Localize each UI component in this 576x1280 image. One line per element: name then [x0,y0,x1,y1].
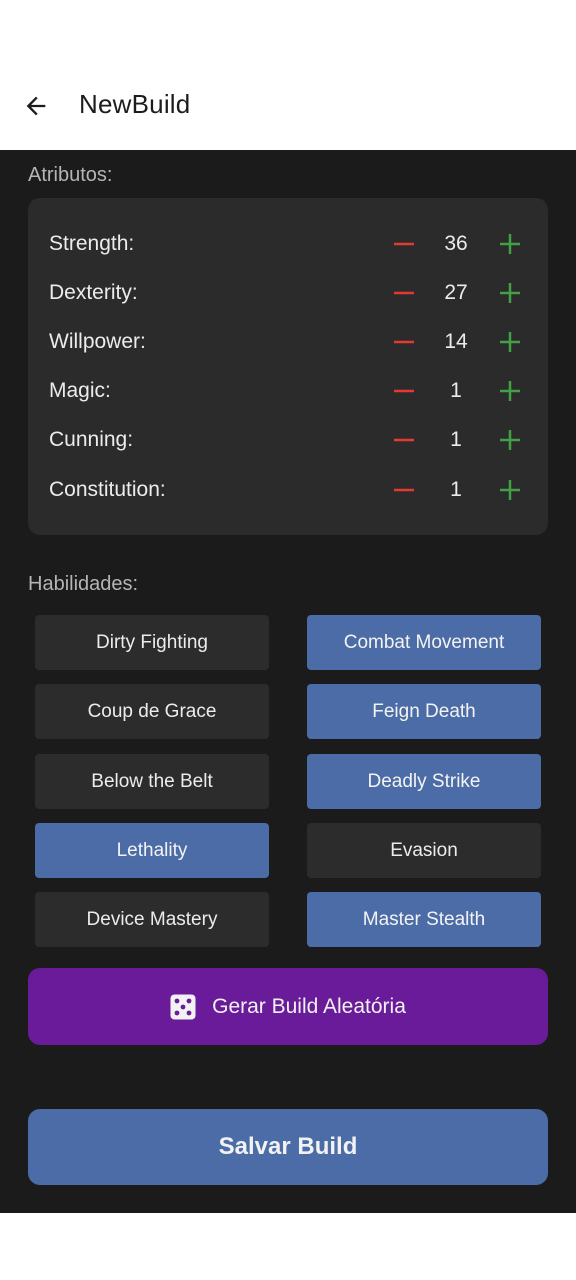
decrement-strength-button[interactable] [390,230,418,258]
skill-button-master-stealth[interactable]: Master Stealth [307,892,541,947]
minus-icon [394,340,414,344]
plus-icon [500,430,520,450]
increment-willpower-button[interactable] [496,328,524,356]
skill-button-coup-de-grace[interactable]: Coup de Grace [35,684,269,739]
minus-icon [394,438,414,442]
random-build-button[interactable]: Gerar Build Aleatória [28,968,548,1045]
attributes-label: Atributos: [28,164,113,186]
decrement-constitution-button[interactable] [390,476,418,504]
attribute-name: Dexterity: [49,281,138,304]
attribute-row-strength: Strength: 36 [28,224,548,264]
random-build-label: Gerar Build Aleatória [212,994,406,1018]
minus-icon [394,242,414,246]
back-button[interactable] [18,88,54,124]
increment-constitution-button[interactable] [496,476,524,504]
increment-strength-button[interactable] [496,230,524,258]
attribute-row-magic: Magic: 1 [28,371,548,411]
attribute-value: 27 [444,281,468,304]
skill-button-lethality[interactable]: Lethality [35,823,269,878]
attribute-value: 14 [444,330,468,353]
attribute-value: 1 [450,478,462,501]
plus-icon [500,283,520,303]
skill-button-dirty-fighting[interactable]: Dirty Fighting [35,615,269,670]
skills-label: Habilidades: [28,573,139,595]
skill-button-feign-death[interactable]: Feign Death [307,684,541,739]
arrow-left-icon [26,96,46,116]
plus-icon [500,332,520,352]
attribute-row-willpower: Willpower: 14 [28,322,548,362]
attribute-row-dexterity: Dexterity: 27 [28,273,548,313]
page-title: NewBuild [79,89,191,119]
attribute-name: Cunning: [49,428,134,451]
skill-button-evasion[interactable]: Evasion [307,823,541,878]
build-editor: Atributos: Strength: 36 Dexterity: 27 Wi… [0,150,576,1213]
attribute-row-cunning: Cunning: 1 [28,420,548,460]
minus-icon [394,488,414,492]
skill-button-below-the-belt[interactable]: Below the Belt [35,754,269,809]
minus-icon [394,389,414,393]
minus-icon [394,291,414,295]
skill-button-combat-movement[interactable]: Combat Movement [307,615,541,670]
attribute-row-constitution: Constitution: 1 [28,470,548,510]
attribute-value: 1 [450,428,462,451]
plus-icon [500,480,520,500]
attribute-name: Willpower: [49,330,146,353]
decrement-magic-button[interactable] [390,377,418,405]
app-bar: NewBuild [0,0,576,150]
plus-icon [500,234,520,254]
attribute-name: Magic: [49,379,111,402]
decrement-cunning-button[interactable] [390,426,418,454]
save-build-button[interactable]: Salvar Build [28,1109,548,1185]
attribute-value: 1 [450,379,462,402]
skill-button-deadly-strike[interactable]: Deadly Strike [307,754,541,809]
increment-magic-button[interactable] [496,377,524,405]
decrement-willpower-button[interactable] [390,328,418,356]
attribute-name: Constitution: [49,478,166,501]
dice-icon [170,994,196,1019]
attributes-card: Strength: 36 Dexterity: 27 Willpower: 14… [28,198,548,535]
attribute-value: 36 [444,232,468,255]
plus-icon [500,381,520,401]
increment-cunning-button[interactable] [496,426,524,454]
decrement-dexterity-button[interactable] [390,279,418,307]
skill-button-device-mastery[interactable]: Device Mastery [35,892,269,947]
attribute-name: Strength: [49,232,135,255]
increment-dexterity-button[interactable] [496,279,524,307]
